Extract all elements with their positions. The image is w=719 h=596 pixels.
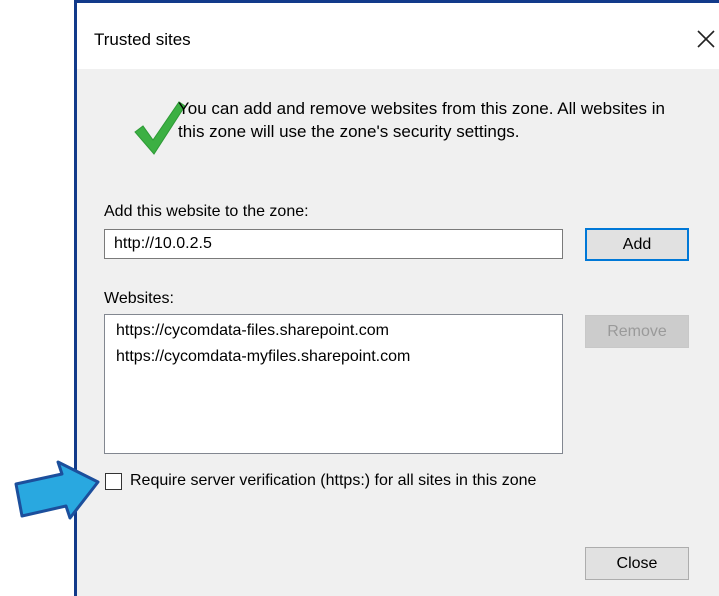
add-button[interactable]: Add xyxy=(585,228,689,261)
info-text: You can add and remove websites from thi… xyxy=(178,97,718,143)
close-icon[interactable] xyxy=(692,25,719,53)
websites-label: Websites: xyxy=(104,290,174,307)
require-verification-label[interactable]: Require server verification (https:) for… xyxy=(130,472,536,490)
websites-list[interactable]: https://cycomdata-files.sharepoint.com h… xyxy=(104,314,563,454)
info-line-1: You can add and remove websites from thi… xyxy=(178,99,665,118)
dialog-title: Trusted sites xyxy=(94,30,191,49)
add-website-input[interactable]: http://10.0.2.5 xyxy=(104,229,563,259)
arrow-pointer-icon xyxy=(14,460,100,520)
title-bar: Trusted sites xyxy=(77,3,719,69)
list-item[interactable]: https://cycomdata-myfiles.sharepoint.com xyxy=(105,344,562,370)
trusted-sites-dialog: Trusted sites You can add and remove web… xyxy=(74,0,719,596)
info-line-2: this zone will use the zone's security s… xyxy=(178,122,520,141)
close-button[interactable]: Close xyxy=(585,547,689,580)
require-verification-checkbox[interactable] xyxy=(105,473,122,490)
list-item[interactable]: https://cycomdata-files.sharepoint.com xyxy=(105,318,562,344)
remove-button[interactable]: Remove xyxy=(585,315,689,348)
add-website-label: Add this website to the zone: xyxy=(104,203,309,220)
